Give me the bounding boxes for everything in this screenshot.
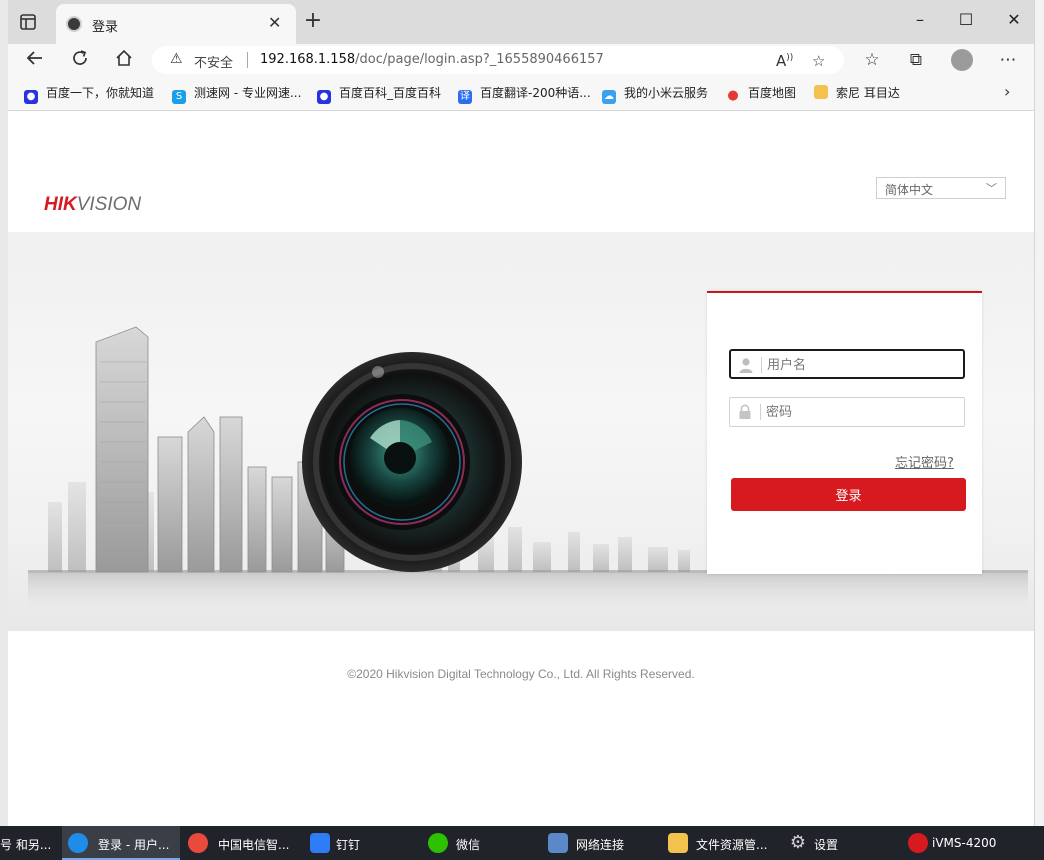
map-pin-icon: ● <box>727 88 739 103</box>
back-button[interactable] <box>22 48 48 72</box>
logo-vision: VISION <box>76 194 142 215</box>
chevron-down-icon: ﹀ <box>986 182 997 195</box>
bookmark-label: 索尼 耳目达 <box>836 86 900 100</box>
taskbar-item-dingtalk[interactable]: 钉钉 <box>304 826 418 860</box>
folder-icon <box>814 85 828 99</box>
wechat-icon <box>428 833 448 853</box>
taskbar-label: 微信 <box>456 838 481 852</box>
field-divider <box>761 357 762 373</box>
home-icon <box>116 49 132 66</box>
taskbar-item-settings[interactable]: ⚙ 设置 <box>782 826 900 860</box>
warning-icon[interactable]: ⚠ <box>170 51 183 67</box>
windows-taskbar: 号 和另... 登录 - 用户... 中国电信智... 钉钉 微信 网络连接 文… <box>0 826 1044 860</box>
taskbar-item-network[interactable]: 网络连接 <box>542 826 660 860</box>
bookmark-label: 测速网 - 专业网速... <box>194 86 302 100</box>
favorites-icon[interactable]: ☆ <box>860 50 884 70</box>
user-icon <box>739 358 753 373</box>
speedtest-icon: S <box>172 90 186 104</box>
taskbar-item-explorer[interactable]: 文件资源管... <box>662 826 780 860</box>
logo-hik: HIK <box>44 194 77 215</box>
reload-icon <box>73 50 87 65</box>
edge-browser-icon <box>68 833 88 853</box>
bookmarks-bar: ● 百度一下，你就知道 S 测速网 - 专业网速... ● 百度百科_百度百科 译百度… <box>8 76 1034 111</box>
address-bar[interactable]: ⚠ 不安全 192.168.1.158/doc/page/login.asp?_… <box>152 46 844 74</box>
minimize-button[interactable]: – <box>900 8 940 32</box>
bookmark-label: 百度百科_百度百科 <box>339 86 442 100</box>
baidu-paw-icon: ● <box>317 90 331 104</box>
address-divider <box>247 52 248 68</box>
cloud-icon: ☁ <box>602 90 616 104</box>
bookmark-item[interactable]: ● 百度百科_百度百科 <box>317 84 441 104</box>
taskbar-item[interactable]: 号 和另... <box>0 826 60 860</box>
browser-tab[interactable]: 登录 ✕ <box>56 4 296 44</box>
translate-icon: 译 <box>458 90 472 104</box>
camera-favicon-icon <box>66 16 82 32</box>
gear-icon: ⚙ <box>789 832 807 853</box>
bookmark-label: 百度一下，你就知道 <box>46 86 155 100</box>
hikvision-logo: HIKVISION <box>44 194 141 216</box>
reload-button[interactable] <box>67 48 93 72</box>
close-tab-icon[interactable]: ✕ <box>268 13 281 32</box>
taskbar-label: 钉钉 <box>336 838 361 852</box>
tab-title: 登录 <box>92 20 119 35</box>
new-tab-button[interactable]: + <box>300 10 326 32</box>
maximize-button[interactable]: ☐ <box>946 8 986 32</box>
not-secure-label[interactable]: 不安全 <box>194 52 233 71</box>
bookmark-label: 百度地图 <box>748 86 797 100</box>
login-panel: 忘记密码? 登录 <box>707 291 982 574</box>
file-explorer-icon <box>668 833 688 853</box>
copyright-text: ©2020 Hikvision Digital Technology Co., … <box>347 667 695 681</box>
url-path: /doc/page/login.asp?_1655890466157 <box>355 52 604 67</box>
url-text[interactable]: 192.168.1.158/doc/page/login.asp?_165589… <box>260 52 604 67</box>
bookmark-item[interactable]: 译百度翻译-200种语... <box>458 84 591 104</box>
language-select[interactable]: 简体中文 ﹀ <box>876 177 1006 199</box>
url-host: 192.168.1.158 <box>260 52 356 67</box>
bookmark-item[interactable]: ● 百度地图 <box>726 84 796 103</box>
bookmark-item[interactable]: 索尼 耳目达 <box>814 84 900 101</box>
ivms-icon <box>908 833 928 853</box>
baidu-paw-icon: ● <box>24 90 38 104</box>
language-selected: 简体中文 <box>885 183 934 197</box>
dingtalk-icon <box>310 833 330 853</box>
left-window-edge <box>0 0 8 826</box>
taskbar-item-wechat[interactable]: 微信 <box>422 826 540 860</box>
collections-icon[interactable]: ⧉ <box>904 50 928 70</box>
bookmark-label: 我的小米云服务 <box>624 86 709 100</box>
bookmark-label: 百度翻译-200种语... <box>480 86 591 100</box>
bookmark-item[interactable]: S 测速网 - 专业网速... <box>172 84 301 104</box>
taskbar-label: 设置 <box>814 838 839 852</box>
more-options-icon[interactable]: ⋯ <box>996 50 1020 70</box>
right-window-edge <box>1034 0 1044 826</box>
tab-actions-icon[interactable] <box>18 12 38 32</box>
add-favorite-icon[interactable]: ☆ <box>812 52 825 70</box>
taskbar-label: 文件资源管... <box>696 838 768 852</box>
password-field[interactable] <box>729 397 965 427</box>
profile-avatar[interactable] <box>951 49 973 71</box>
bookmark-item[interactable]: ● 百度一下，你就知道 <box>24 84 154 104</box>
taskbar-item-edge[interactable]: 登录 - 用户... <box>62 826 180 860</box>
password-input[interactable] <box>766 402 951 422</box>
bookmark-item[interactable]: ☁ 我的小米云服务 <box>602 84 708 104</box>
chrome-browser-icon <box>188 833 208 853</box>
arrow-left-icon <box>26 51 42 65</box>
read-aloud-icon[interactable]: A)) <box>776 52 793 70</box>
field-divider <box>760 404 761 420</box>
network-connections-icon <box>548 833 568 853</box>
username-field[interactable] <box>729 349 965 379</box>
taskbar-label: 中国电信智... <box>218 838 290 852</box>
bookmarks-overflow-icon[interactable]: › <box>1004 82 1010 101</box>
taskbar-label: 登录 - 用户... <box>98 838 170 852</box>
taskbar-item-ivms[interactable]: iVMS-4200 <box>902 826 1032 860</box>
login-button[interactable]: 登录 <box>731 478 966 511</box>
taskbar-label: iVMS-4200 <box>932 836 997 850</box>
home-button[interactable] <box>111 48 137 72</box>
forgot-password-link[interactable]: 忘记密码? <box>895 452 954 471</box>
taskbar-label: 号 和另... <box>0 838 52 852</box>
username-input[interactable] <box>767 355 952 375</box>
lock-icon <box>739 404 751 419</box>
taskbar-item-chrome[interactable]: 中国电信智... <box>182 826 300 860</box>
taskbar-label: 网络连接 <box>576 838 625 852</box>
close-window-button[interactable]: ✕ <box>994 8 1034 32</box>
